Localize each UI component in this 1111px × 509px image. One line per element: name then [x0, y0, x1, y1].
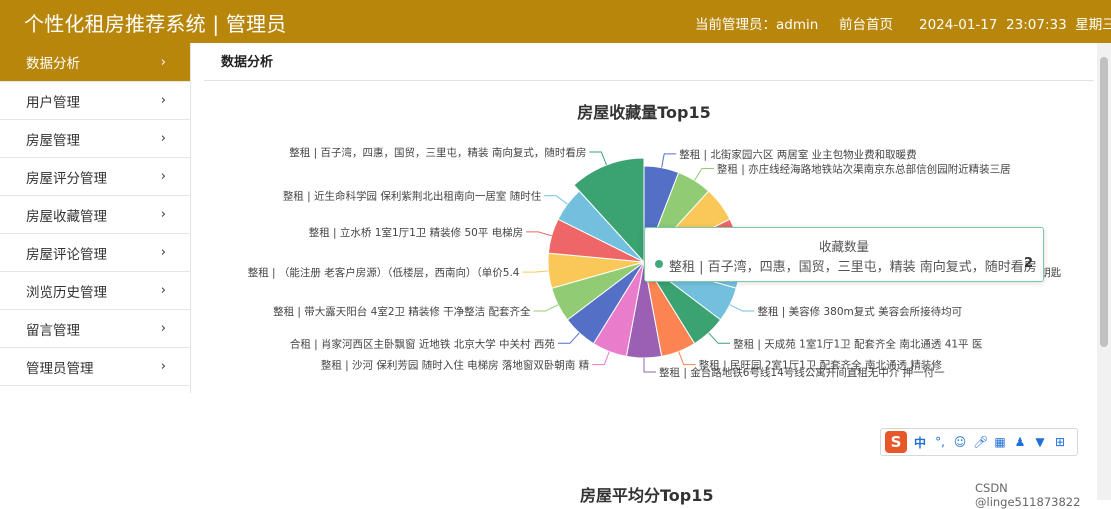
chevron-right-icon: ›: [160, 169, 166, 184]
chevron-right-icon: ›: [160, 283, 166, 298]
pie-label-line-10: [557, 332, 580, 344]
user-icon[interactable]: ♟: [1013, 435, 1027, 449]
sidebar-item-8[interactable]: 管理员管理 ›: [0, 348, 190, 386]
pie-label-line-7: [678, 351, 696, 366]
sidebar-item-0[interactable]: 数据分析 ›: [0, 43, 190, 82]
chart-tooltip: 收藏数量 整租 | 百子湾，四惠，国贸，三里屯，精装 南向复式，随时看房 2: [644, 227, 1044, 282]
current-admin-label: 当前管理员：admin: [695, 17, 819, 33]
sogou-logo-icon[interactable]: S: [885, 431, 907, 453]
pie-label-13: 整租 | 立水桥 1室1厅1卫 精装修 50平 电梯房: [309, 226, 523, 239]
pie-label-10: 合租 | 肖家河西区主卧飘窗 近地铁 北京大学 中关村 西苑: [290, 337, 556, 350]
pie-label-15: 整租 | 百子湾，四惠，国贸，三里屯，精装 南向复式，随时看房: [289, 146, 586, 159]
csdn-watermark: CSDN @linge511873822: [975, 481, 1081, 509]
pie-label-11: 整租 | 带大露天阳台 4室2卫 精装修 干净整洁 配套齐全: [273, 305, 531, 318]
sidebar-item-7[interactable]: 留言管理 ›: [0, 310, 190, 348]
chevron-right-icon: ›: [160, 93, 166, 108]
pie-label-14: 整租 | 近生命科学园 保利紫荆北出租南向一居室 随时住: [283, 190, 542, 203]
microphone-icon[interactable]: 🎤︎: [973, 435, 988, 449]
chevron-right-icon: ›: [160, 131, 166, 146]
ime-lang-toggle[interactable]: 中: [913, 434, 927, 451]
pie-label-12: 整租 | （能注册 老客户房源）（低楼层，西南向）（单价5.4: [248, 266, 520, 279]
emoji-icon[interactable]: ☺: [953, 435, 967, 449]
pie-label-line-5: [729, 304, 755, 312]
pie-label-line-9: [592, 351, 610, 366]
sidebar-item-3[interactable]: 房屋评分管理 ›: [0, 158, 190, 196]
sidebar-item-label: 房屋收藏管理: [26, 208, 107, 225]
pie-label-line-0: [661, 153, 677, 168]
main-content: 数据分析: [204, 43, 1094, 81]
sidebar-item-1[interactable]: 用户管理 ›: [0, 82, 190, 120]
sidebar-item-label: 留言管理: [26, 322, 80, 339]
ime-toolbar[interactable]: S 中 °, ☺ 🎤︎ ▦ ♟ ▼ ⊞: [880, 428, 1078, 456]
pie-label-line-14: [544, 195, 568, 205]
chevron-right-icon: ›: [160, 54, 166, 70]
pie-label-line-1: [694, 167, 714, 181]
chevron-right-icon: ›: [160, 245, 166, 260]
datetime-display: 2024-01-17 23:07:33 星期三: [919, 17, 1111, 33]
sidebar-item-label: 用户管理: [26, 94, 80, 111]
frontend-home-link[interactable]: 前台首页: [839, 13, 893, 33]
average-score-chart-title: 房屋平均分Top15: [580, 486, 714, 505]
pie-label-5: 整租 | 美容修 380m复式 美容会所接待均可: [757, 305, 962, 318]
sidebar-item-5[interactable]: 房屋评论管理 ›: [0, 234, 190, 272]
tooltip-series-dot: [655, 260, 663, 268]
sidebar-item-label: 房屋评论管理: [26, 246, 107, 263]
skin-icon[interactable]: ▼: [1033, 435, 1047, 449]
tooltip-value: 2: [1023, 256, 1033, 271]
pie-label-0: 整租 | 北街家园六区 两居室 业主包物业费和取暖费: [679, 148, 916, 161]
pie-label-line-8: [643, 358, 656, 373]
chevron-right-icon: ›: [160, 359, 166, 374]
pie-label-line-12: [522, 270, 549, 273]
sidebar-item-label: 浏览历史管理: [26, 284, 107, 301]
sidebar-item-label: 房屋管理: [26, 132, 80, 149]
sidebar-item-4[interactable]: 房屋收藏管理 ›: [0, 196, 190, 234]
sidebar-item-6[interactable]: 浏览历史管理 ›: [0, 272, 190, 310]
pie-label-9: 整租 | 沙河 保利芳园 随时入住 电梯房 落地窗双卧朝南 精: [321, 359, 590, 372]
tooltip-label: 整租 | 百子湾，四惠，国贸，三里屯，精装 南向复式，随时看房: [669, 260, 1037, 275]
pie-label-6: 整租 | 天成苑 1室1厅1卫 配套齐全 南北通透 41平 医: [733, 337, 982, 350]
pie-label-line-15: [589, 151, 607, 166]
top-bar: 个性化租房推荐系统 | 管理员 当前管理员：admin 前台首页 2024-01…: [0, 0, 1111, 43]
page-scrollbar[interactable]: [1097, 43, 1111, 500]
punctuation-icon[interactable]: °,: [933, 435, 947, 449]
scrollbar-thumb[interactable]: [1100, 57, 1108, 347]
app-title: 个性化租房推荐系统 | 管理员: [24, 12, 287, 36]
pie-label-8: 整租 | 金台路地铁6号线14号线公寓开间直租无中介 押一付一: [659, 366, 945, 379]
pie-label-1: 整租 | 亦庄线经海路地铁站次渠南京东总部信创园附近精装三居: [717, 162, 1011, 175]
toolbox-icon[interactable]: ⊞: [1053, 435, 1067, 449]
sidebar-item-label: 房屋评分管理: [26, 170, 107, 187]
sidebar-item-label: 管理员管理: [26, 360, 94, 377]
sidebar-item-label: 数据分析: [26, 56, 80, 72]
sidebar: 数据分析 › 用户管理 › 房屋管理 › 房屋评分管理 › 房屋收藏管理 › 房屋评论管理 › 浏览历史…: [0, 43, 191, 393]
chevron-right-icon: ›: [160, 207, 166, 222]
breadcrumb: 数据分析: [204, 43, 1094, 81]
tooltip-title: 收藏数量: [818, 239, 869, 254]
chart-title: 房屋收藏量Top15: [577, 103, 711, 122]
pie-label-line-6: [708, 332, 731, 344]
pie-label-line-13: [526, 231, 552, 237]
keyboard-icon[interactable]: ▦: [993, 435, 1007, 449]
chevron-right-icon: ›: [160, 321, 166, 336]
pie-label-line-11: [533, 304, 559, 312]
sidebar-item-2[interactable]: 房屋管理 ›: [0, 120, 190, 158]
